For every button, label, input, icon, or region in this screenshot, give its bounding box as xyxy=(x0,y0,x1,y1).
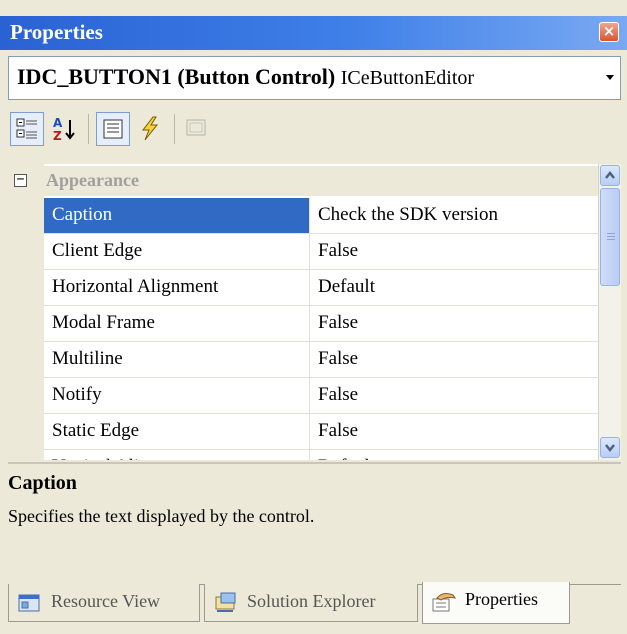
property-value[interactable]: False xyxy=(318,342,358,376)
tab-strip: Resource View Solution Explorer Properti… xyxy=(8,582,621,626)
property-value[interactable]: False xyxy=(318,306,358,340)
description-title: Caption xyxy=(8,472,77,494)
close-icon: × xyxy=(602,22,616,40)
categorized-button[interactable] xyxy=(10,112,44,146)
category-label: Appearance xyxy=(46,170,139,190)
tab-label: Resource View xyxy=(51,591,161,611)
scroll-thumb[interactable] xyxy=(600,188,620,286)
property-grid: − Appearance Caption Check the SDK versi… xyxy=(8,164,598,460)
property-row-modal-frame[interactable]: Modal Frame False xyxy=(44,306,598,342)
property-row-horizontal-alignment[interactable]: Horizontal Alignment Default xyxy=(44,270,598,306)
object-name: IDC_BUTTON1 (Button Control) xyxy=(17,64,336,89)
events-icon xyxy=(141,116,159,141)
properties-hand-icon xyxy=(432,593,457,612)
collapse-icon[interactable]: − xyxy=(14,173,27,187)
description-panel: Caption Specifies the text displayed by … xyxy=(8,462,621,576)
scroll-up-button[interactable] xyxy=(600,165,620,186)
property-name: Static Edge xyxy=(44,414,310,449)
tab-label: Solution Explorer xyxy=(247,591,376,611)
description-text: Specifies the text displayed by the cont… xyxy=(8,506,315,526)
properties-button[interactable] xyxy=(96,112,130,146)
category-appearance[interactable]: − Appearance xyxy=(8,166,598,196)
dropdown-arrow-icon[interactable] xyxy=(606,75,614,80)
property-name: Vertical Alignment xyxy=(44,450,310,460)
property-row-client-edge[interactable]: Client Edge False xyxy=(44,234,598,270)
tab-resource-view[interactable]: Resource View xyxy=(8,584,200,622)
chevron-down-icon xyxy=(605,444,615,453)
property-pages-button[interactable] xyxy=(180,112,214,146)
toolbar: A Z xyxy=(8,106,621,152)
property-name: Horizontal Alignment xyxy=(44,270,310,305)
property-row-static-edge[interactable]: Static Edge False xyxy=(44,414,598,450)
property-name: Caption xyxy=(44,198,310,233)
property-value[interactable]: False xyxy=(318,414,358,448)
property-value[interactable]: Default xyxy=(318,450,375,460)
property-row-multiline[interactable]: Multiline False xyxy=(44,342,598,378)
property-name: Modal Frame xyxy=(44,306,310,341)
properties-window: Properties × IDC_BUTTON1 (Button Control… xyxy=(0,0,627,634)
object-type: ICeButtonEditor xyxy=(340,67,475,89)
resource-view-icon xyxy=(18,594,40,612)
property-row-notify[interactable]: Notify False xyxy=(44,378,598,414)
alphabetical-button[interactable]: A Z xyxy=(48,112,82,146)
property-row-vertical-alignment[interactable]: Vertical Alignment Default xyxy=(44,450,598,460)
property-name: Multiline xyxy=(44,342,310,377)
title-bar[interactable]: Properties × xyxy=(0,16,627,50)
svg-text:Z: Z xyxy=(53,129,62,143)
property-value[interactable]: Check the SDK version xyxy=(318,198,498,232)
chevron-up-icon xyxy=(605,170,615,179)
property-value[interactable]: False xyxy=(318,378,358,412)
property-value[interactable]: False xyxy=(318,234,358,268)
scroll-down-button[interactable] xyxy=(600,437,620,458)
tab-properties[interactable]: Properties xyxy=(422,582,570,624)
grid-margin xyxy=(8,164,44,460)
property-row-caption[interactable]: Caption Check the SDK version xyxy=(44,198,598,234)
categorized-icon xyxy=(16,118,37,139)
alphabetical-icon: A Z xyxy=(53,116,75,143)
solution-explorer-icon xyxy=(215,592,236,612)
events-button[interactable] xyxy=(134,112,168,146)
vertical-scrollbar[interactable] xyxy=(598,164,621,460)
property-pages-icon xyxy=(186,119,206,136)
property-name: Client Edge xyxy=(44,234,310,269)
svg-text:A: A xyxy=(53,116,63,130)
properties-icon xyxy=(103,119,123,139)
tab-label: Properties xyxy=(465,589,538,609)
toolbar-separator xyxy=(174,114,175,144)
tab-solution-explorer[interactable]: Solution Explorer xyxy=(204,584,418,622)
property-name: Notify xyxy=(44,378,310,413)
property-value[interactable]: Default xyxy=(318,270,375,304)
window-title: Properties xyxy=(10,20,103,44)
toolbar-separator xyxy=(88,114,89,144)
object-selector[interactable]: IDC_BUTTON1 (Button Control) ICeButtonEd… xyxy=(8,56,621,100)
close-button[interactable]: × xyxy=(599,22,619,42)
